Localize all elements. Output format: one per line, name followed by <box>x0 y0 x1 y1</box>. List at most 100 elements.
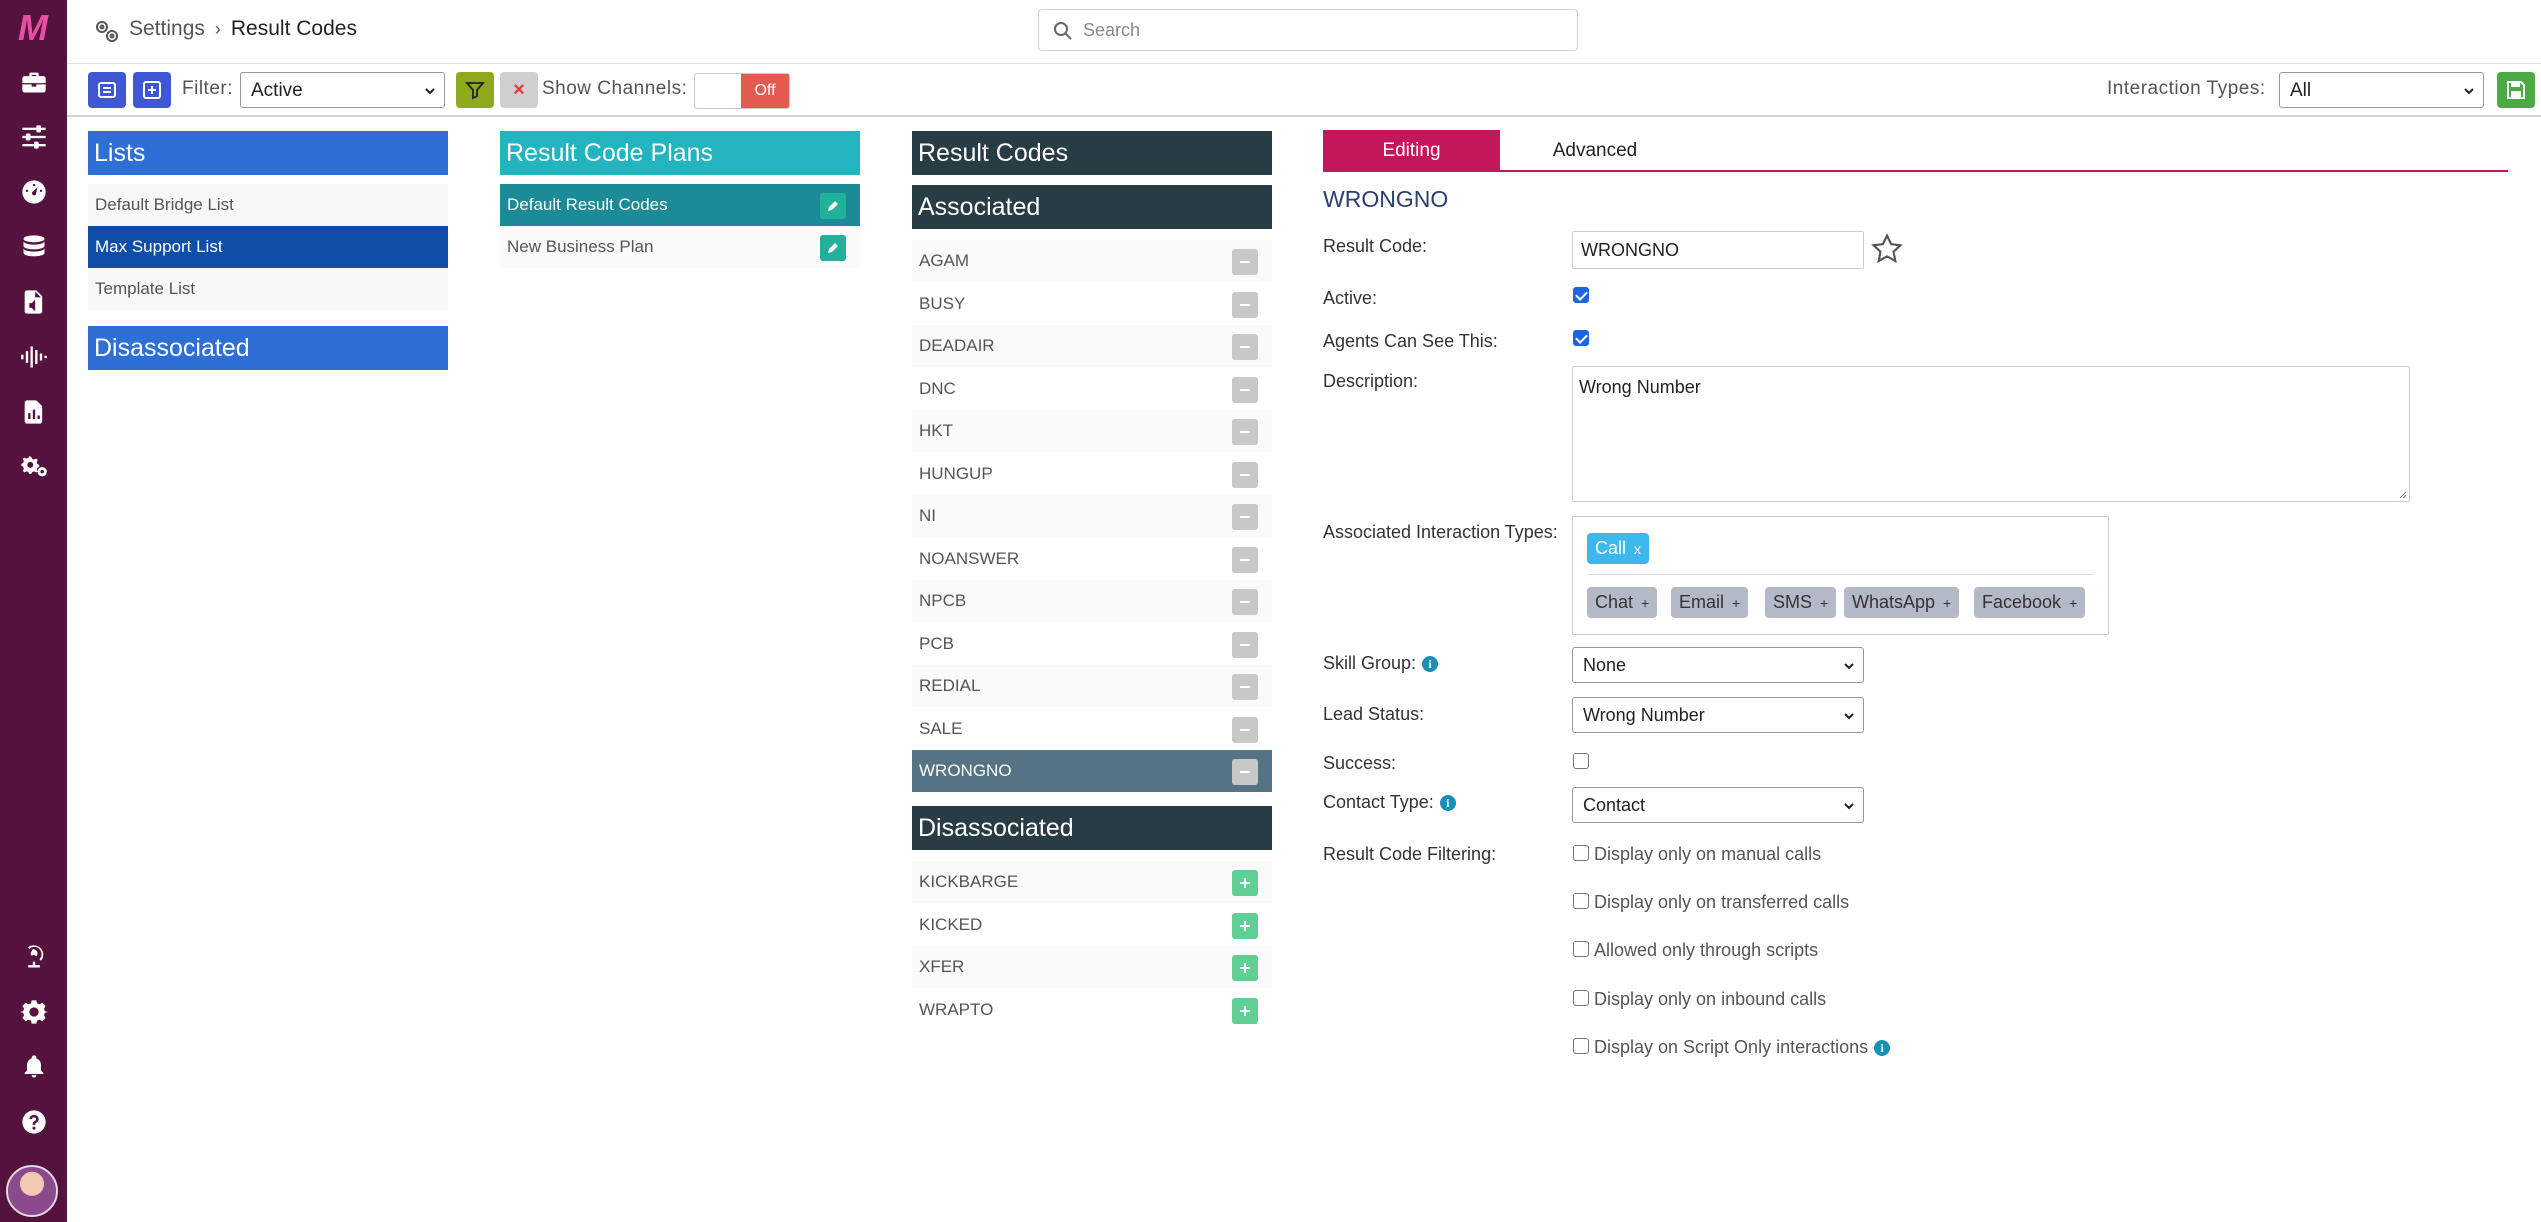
result-code-label: Result Code: <box>1323 236 1428 256</box>
search-input[interactable] <box>1083 18 1563 42</box>
tab-advanced[interactable]: Advanced <box>1500 130 1690 172</box>
result-code-row[interactable]: BUSY <box>912 282 1272 325</box>
help-icon[interactable] <box>14 1102 54 1142</box>
database-icon[interactable] <box>14 227 54 267</box>
remove-icon[interactable]: x <box>1634 541 1641 557</box>
available-type-chip[interactable]: WhatsApp + <box>1844 587 1960 618</box>
filter-option-checkbox[interactable] <box>1573 941 1589 957</box>
list-view-button[interactable] <box>88 72 126 108</box>
selected-type-chip[interactable]: Call x <box>1587 533 1650 564</box>
disassociate-button[interactable] <box>1232 546 1258 573</box>
result-code-row[interactable]: HUNGUP <box>912 452 1272 495</box>
agents-can-see-checkbox[interactable] <box>1573 330 1589 346</box>
apply-filter-button[interactable] <box>456 72 494 108</box>
result-code-row[interactable]: NPCB <box>912 580 1272 622</box>
info-icon[interactable]: i <box>1874 1040 1891 1056</box>
associate-button[interactable] <box>1232 997 1258 1024</box>
list-item-label: Max Support List <box>95 237 223 256</box>
disassociated-code-row[interactable]: XFER <box>912 946 1272 988</box>
resize-handle-icon[interactable] <box>2397 489 2407 499</box>
associate-button[interactable] <box>1232 870 1258 896</box>
skill-group-select[interactable]: None <box>1572 647 1864 683</box>
clear-filter-button[interactable]: × <box>500 72 538 108</box>
info-icon[interactable]: i <box>1439 795 1456 811</box>
editor-tabs: Editing Advanced <box>1323 130 2508 172</box>
search-box[interactable] <box>1038 9 1578 51</box>
result-code-row[interactable]: HKT <box>912 410 1272 452</box>
available-type-chip[interactable]: Chat + <box>1587 587 1658 618</box>
gear-icon[interactable] <box>14 992 54 1032</box>
save-button[interactable] <box>2497 72 2535 108</box>
star-icon[interactable] <box>1870 232 1904 266</box>
filter-option-checkbox[interactable] <box>1573 1038 1589 1054</box>
lead-status-select[interactable]: Wrong Number <box>1572 697 1864 733</box>
funnel-icon <box>465 82 485 100</box>
result-code-row[interactable]: AGAM <box>912 240 1272 282</box>
result-code-row-selected[interactable]: WRONGNO <box>912 750 1272 792</box>
filter-select[interactable]: Active <box>240 72 445 108</box>
tab-editing[interactable]: Editing <box>1323 130 1500 172</box>
briefcase-icon[interactable] <box>14 62 54 102</box>
success-checkbox[interactable] <box>1573 753 1589 769</box>
result-code-label: XFER <box>919 957 965 976</box>
filter-option-checkbox[interactable] <box>1573 893 1589 909</box>
cogs-icon[interactable] <box>14 447 54 487</box>
dashboard-icon[interactable] <box>14 172 54 212</box>
result-code-row[interactable]: PCB <box>912 622 1272 665</box>
edit-plan-button[interactable] <box>820 193 846 219</box>
associate-button[interactable] <box>1232 955 1258 981</box>
info-icon[interactable]: i <box>1422 656 1439 672</box>
filter-option-checkbox[interactable] <box>1573 845 1589 861</box>
disassociate-button[interactable] <box>1232 419 1258 445</box>
list-item[interactable]: Default Bridge List <box>88 184 448 226</box>
result-code-input[interactable]: WRONGNO <box>1572 231 1864 269</box>
disassociate-button[interactable] <box>1232 674 1258 700</box>
breadcrumb-settings[interactable]: Settings <box>129 17 205 40</box>
disassociated-code-row[interactable]: KICKBARGE <box>912 861 1272 903</box>
disassociate-button[interactable] <box>1232 716 1258 743</box>
sliders-icon[interactable] <box>14 117 54 157</box>
app-logo[interactable]: M <box>10 10 56 46</box>
skill-group-label: Skill Group: i <box>1323 653 1439 674</box>
globe-icon[interactable] <box>14 937 54 977</box>
plan-item[interactable]: New Business Plan <box>500 226 860 268</box>
file-audio-icon[interactable] <box>14 282 54 322</box>
bell-icon[interactable] <box>14 1047 54 1087</box>
result-code-row[interactable]: REDIAL <box>912 665 1272 707</box>
list-item[interactable]: Template List <box>88 268 448 310</box>
available-type-chip[interactable]: Email + <box>1671 587 1749 618</box>
result-code-row[interactable]: NOANSWER <box>912 537 1272 580</box>
disassociate-button[interactable] <box>1232 376 1258 403</box>
disassociate-button[interactable] <box>1232 249 1258 275</box>
result-code-row[interactable]: SALE <box>912 707 1272 750</box>
disassociate-button[interactable] <box>1232 334 1258 360</box>
available-type-chip[interactable]: Facebook + <box>1974 587 2086 618</box>
result-code-row[interactable]: NI <box>912 495 1272 537</box>
contact-type-select[interactable]: Contact <box>1572 787 1864 823</box>
disassociate-button[interactable] <box>1232 631 1258 658</box>
plan-item-selected[interactable]: Default Result Codes <box>500 184 860 226</box>
disassociated-code-row[interactable]: KICKED <box>912 903 1272 946</box>
disassociated-code-row[interactable]: WRAPTO <box>912 988 1272 1031</box>
disassociate-button[interactable] <box>1232 589 1258 615</box>
show-channels-toggle[interactable]: Off <box>694 73 790 109</box>
edit-plan-button[interactable] <box>820 235 846 261</box>
interaction-types-select[interactable]: All <box>2279 72 2484 108</box>
available-type-chip[interactable]: SMS + <box>1765 587 1837 618</box>
avatar[interactable] <box>6 1165 58 1217</box>
disassociate-button[interactable] <box>1232 291 1258 318</box>
description-textarea[interactable]: Wrong Number <box>1572 366 2410 502</box>
minus-icon <box>1237 594 1253 610</box>
disassociate-button[interactable] <box>1232 504 1258 530</box>
waveform-icon[interactable] <box>14 337 54 377</box>
disassociate-button[interactable] <box>1232 759 1258 785</box>
result-code-row[interactable]: DNC <box>912 367 1272 410</box>
result-code-row[interactable]: DEADAIR <box>912 325 1272 367</box>
list-item-selected[interactable]: Max Support List <box>88 226 448 268</box>
report-icon[interactable] <box>14 392 54 432</box>
disassociate-button[interactable] <box>1232 461 1258 488</box>
add-button[interactable] <box>133 72 171 108</box>
active-checkbox[interactable] <box>1573 287 1589 303</box>
filter-option-checkbox[interactable] <box>1573 990 1589 1006</box>
associate-button[interactable] <box>1232 912 1258 939</box>
